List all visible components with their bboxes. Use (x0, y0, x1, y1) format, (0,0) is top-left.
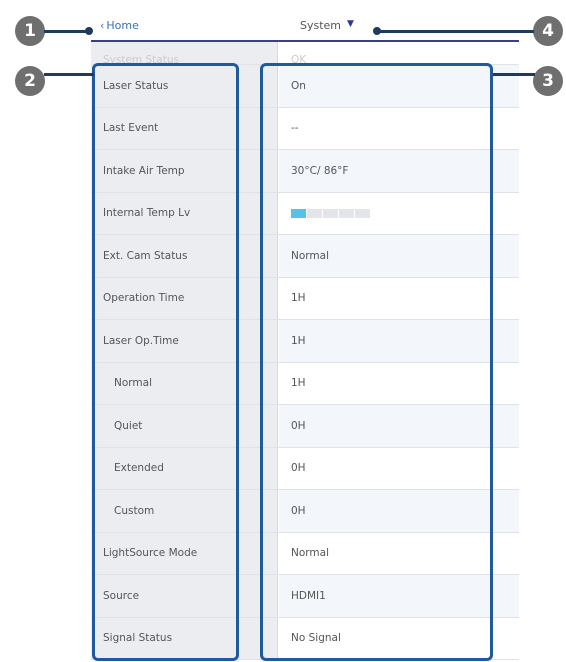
callout-badge-2: 2 (15, 66, 45, 96)
callout-leader-3 (493, 73, 535, 76)
row-value: OK (291, 54, 307, 66)
callout-badge-1: 1 (15, 16, 45, 46)
callout-dot-4 (373, 27, 381, 35)
table-row-cut: System Status OK (91, 42, 519, 66)
callout-box-labels (92, 63, 239, 661)
home-link-label: Home (106, 19, 139, 32)
callout-badge-4: 4 (533, 16, 563, 46)
callout-dot-1 (85, 27, 93, 35)
top-nav-bar: ‹ Home System ▼ (91, 0, 519, 42)
callout-box-values (260, 63, 493, 661)
home-link[interactable]: ‹ Home (100, 19, 139, 32)
callout-leader-1 (44, 30, 88, 33)
callout-badge-3: 3 (533, 66, 563, 96)
chevron-left-icon: ‹ (100, 19, 105, 32)
callout-leader-4 (376, 30, 534, 33)
row-label: System Status (91, 42, 278, 66)
system-menu-label: System (300, 19, 342, 32)
caret-down-icon: ▼ (347, 19, 354, 29)
callout-leader-2 (44, 73, 94, 76)
system-menu[interactable]: System ▼ (300, 19, 354, 32)
